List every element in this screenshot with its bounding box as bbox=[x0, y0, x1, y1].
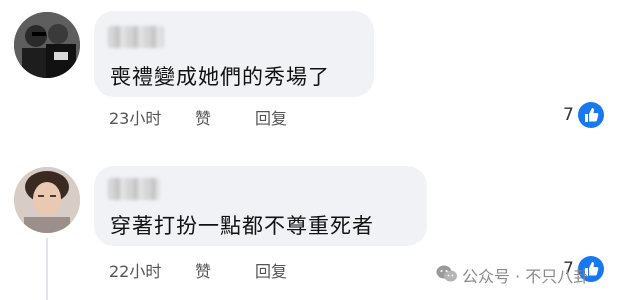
wechat-icon bbox=[436, 264, 458, 288]
comment-text: 穿著打扮一點都不尊重死者 bbox=[110, 214, 374, 238]
comment-bubble: 穿著打扮一點都不尊重死者 bbox=[94, 166, 427, 246]
commenter-name-blurred bbox=[108, 178, 160, 200]
comment-bubble: 喪禮變成她們的秀場了 bbox=[94, 11, 374, 97]
comment-time[interactable]: 22小时 bbox=[109, 258, 161, 282]
reaction-count: 7 bbox=[563, 105, 574, 125]
thread-connector bbox=[46, 238, 48, 300]
reply-button[interactable]: 回复 bbox=[255, 105, 287, 129]
avatar[interactable] bbox=[14, 12, 80, 78]
watermark-text: 公众号 · 不只八卦 bbox=[462, 267, 590, 286]
comment-time[interactable]: 23小时 bbox=[109, 105, 161, 129]
avatar[interactable] bbox=[14, 167, 80, 233]
like-button[interactable]: 赞 bbox=[195, 105, 211, 129]
like-button[interactable]: 赞 bbox=[195, 258, 211, 282]
comment-text: 喪禮變成她們的秀場了 bbox=[110, 65, 330, 89]
thumbs-up-icon bbox=[578, 102, 604, 128]
commenter-name-blurred bbox=[108, 26, 164, 48]
reply-button[interactable]: 回复 bbox=[255, 258, 287, 282]
